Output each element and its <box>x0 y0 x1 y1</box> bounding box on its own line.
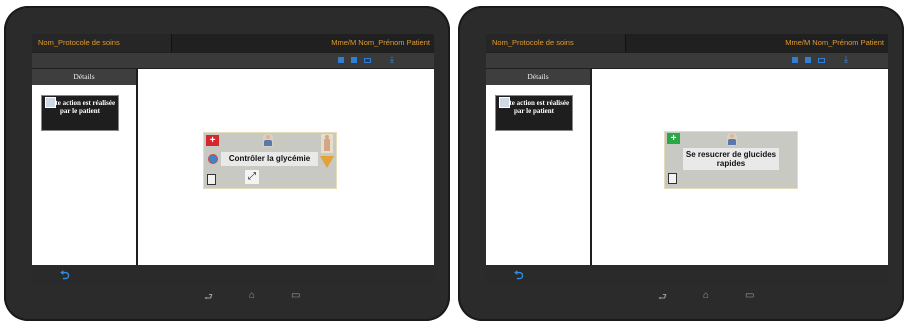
patient-action-box[interactable]: Cette action est réalisée par le patient <box>495 95 573 131</box>
list-icon[interactable] <box>805 57 811 63</box>
nav-home-icon[interactable]: ⌂ <box>249 290 255 301</box>
step-label: Contrôler la glycémie <box>221 152 318 166</box>
nav-back-icon[interactable]: ⮐ <box>204 290 213 307</box>
step-label: Se resucrer de glucides rapides <box>683 148 779 170</box>
medical-cross-icon: + <box>206 135 219 146</box>
patient-avatar-icon <box>45 97 56 108</box>
patient-avatar-icon <box>499 97 510 108</box>
android-navbar: ⮐ ⌂ ▭ <box>4 286 450 306</box>
mail-icon[interactable] <box>818 58 825 63</box>
warning-icon <box>320 156 334 168</box>
tablet-left: Nom_Protocole de soins Mme/M Nom_Prénom … <box>4 6 450 321</box>
top-bar: Nom_Protocole de soins Mme/M Nom_Prénom … <box>486 34 888 52</box>
back-icon[interactable]: ⮌ <box>60 266 70 284</box>
bottom-bar: ⮌ <box>486 265 888 284</box>
patient-name[interactable]: Mme/M Nom_Prénom Patient <box>331 34 434 52</box>
top-bar: Nom_Protocole de soins Mme/M Nom_Prénom … <box>32 34 434 52</box>
nav-back-icon[interactable]: ⮐ <box>658 290 667 307</box>
screen-right: Nom_Protocole de soins Mme/M Nom_Prénom … <box>486 34 888 284</box>
download-icon[interactable]: ⤓ <box>844 54 848 65</box>
protocol-title[interactable]: Nom_Protocole de soins <box>32 34 172 52</box>
list-icon[interactable] <box>351 57 357 63</box>
mail-icon[interactable] <box>364 58 371 63</box>
back-icon[interactable]: ⮌ <box>514 266 524 284</box>
bottom-bar: ⮌ <box>32 265 434 284</box>
person-icon <box>727 133 737 146</box>
protocol-title[interactable]: Nom_Protocole de soins <box>486 34 626 52</box>
protocol-canvas: + Contrôler la glycémie ⤢ <box>138 69 434 265</box>
columns-icon[interactable] <box>338 57 344 63</box>
nav-recent-icon[interactable]: ▭ <box>291 290 300 301</box>
clipboard-icon <box>207 174 216 185</box>
screen-left: Nom_Protocole de soins Mme/M Nom_Prénom … <box>32 34 434 284</box>
details-sidebar: Détails Cette action est réalisée par le… <box>32 69 136 265</box>
tablet-right: Nom_Protocole de soins Mme/M Nom_Prénom … <box>458 6 904 321</box>
protocol-canvas: + Se resucrer de glucides rapides <box>592 69 888 265</box>
glucose-icon <box>208 154 218 164</box>
toolbar: ⤓ <box>32 53 434 68</box>
step-node[interactable]: + Contrôler la glycémie ⤢ <box>203 132 337 189</box>
nav-home-icon[interactable]: ⌂ <box>703 290 709 301</box>
details-title: Détails <box>486 69 590 85</box>
body-icon <box>321 134 333 153</box>
details-sidebar: Détails Cette action est réalisée par le… <box>486 69 590 265</box>
clipboard-icon <box>668 173 677 184</box>
medical-cross-icon: + <box>667 133 680 144</box>
download-icon[interactable]: ⤓ <box>390 54 394 65</box>
patient-action-box[interactable]: Cette action est réalisée par le patient <box>41 95 119 131</box>
nav-recent-icon[interactable]: ▭ <box>745 290 754 301</box>
details-title: Détails <box>32 69 136 85</box>
person-icon <box>263 134 273 147</box>
columns-icon[interactable] <box>792 57 798 63</box>
toolbar: ⤓ <box>486 53 888 68</box>
android-navbar: ⮐ ⌂ ▭ <box>458 286 904 306</box>
step-node[interactable]: + Se resucrer de glucides rapides <box>664 131 798 189</box>
syringe-icon: ⤢ <box>245 170 259 184</box>
patient-name[interactable]: Mme/M Nom_Prénom Patient <box>785 34 888 52</box>
